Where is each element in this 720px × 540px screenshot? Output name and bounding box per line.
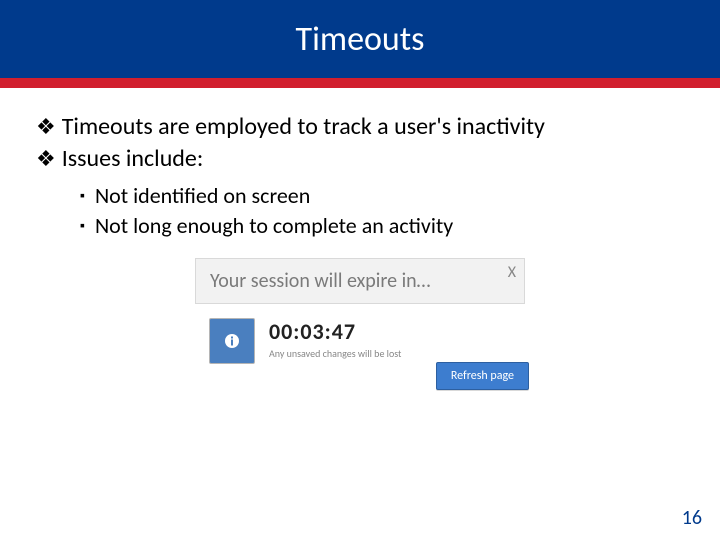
bullet-main: ❖ Issues include: xyxy=(36,144,684,174)
timeout-dialog: Your session will expire in… X 00:03:47 … xyxy=(195,258,525,384)
bullet-sub: ▪ Not long enough to complete an activit… xyxy=(80,212,684,240)
timer-block: 00:03:47 Any unsaved changes will be los… xyxy=(269,318,401,360)
sub-bullet-text: Not identified on screen xyxy=(95,182,310,209)
page-number: 16 xyxy=(682,506,702,530)
square-bullet-icon: ▪ xyxy=(80,182,85,210)
title-bar: Timeouts xyxy=(0,0,720,78)
refresh-button[interactable]: Refresh page xyxy=(436,362,529,390)
dialog-header-text: Your session will expire in… xyxy=(210,269,430,293)
slide: Timeouts ❖ Timeouts are employed to trac… xyxy=(0,0,720,540)
content-area: ❖ Timeouts are employed to track a user'… xyxy=(0,88,720,384)
square-bullet-icon: ▪ xyxy=(80,212,85,240)
sub-bullet-text: Not long enough to complete an activity xyxy=(95,212,453,239)
bullet-text: Issues include: xyxy=(62,144,204,173)
dialog-header: Your session will expire in… X xyxy=(195,258,525,304)
sub-bullet-list: ▪ Not identified on screen ▪ Not long en… xyxy=(36,182,684,240)
bullet-main: ❖ Timeouts are employed to track a user'… xyxy=(36,112,684,142)
countdown-subtext: Any unsaved changes will be lost xyxy=(269,347,401,360)
countdown-value: 00:03:47 xyxy=(269,318,401,345)
diamond-bullet-icon: ❖ xyxy=(36,112,56,142)
bullet-text: Timeouts are employed to track a user's … xyxy=(62,112,545,141)
diamond-bullet-icon: ❖ xyxy=(36,144,56,174)
info-icon xyxy=(209,318,255,364)
close-icon[interactable]: X xyxy=(508,263,516,282)
slide-title: Timeouts xyxy=(296,19,425,60)
bullet-sub: ▪ Not identified on screen xyxy=(80,182,684,210)
title-underbar xyxy=(0,78,720,88)
